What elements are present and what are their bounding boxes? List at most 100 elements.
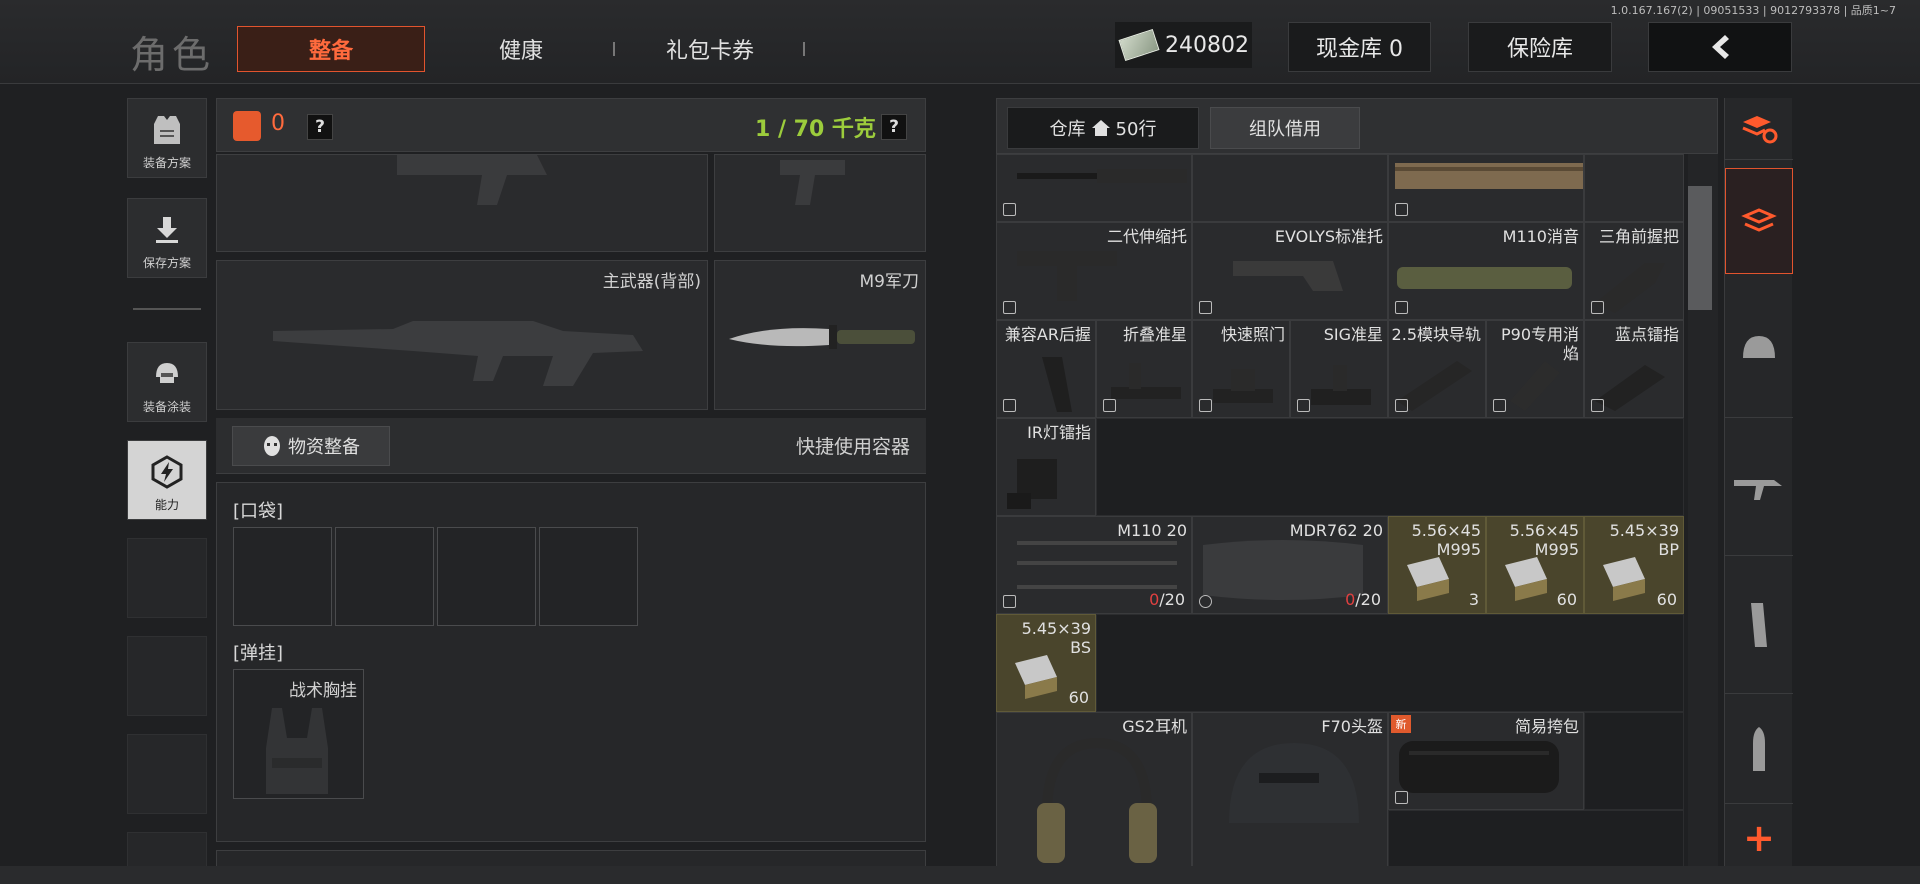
item-stock-evolys[interactable]: EVOLYS标准托	[1192, 222, 1388, 320]
item-count: 0/20	[1345, 590, 1381, 609]
item-quick-sight[interactable]: 快速照门	[1192, 320, 1290, 418]
suppressor-icon	[1397, 267, 1572, 289]
tab-health[interactable]: 健康	[466, 26, 576, 72]
chest-rig-icon	[266, 708, 328, 794]
item-barrel[interactable]	[996, 154, 1192, 222]
sidebar-divider	[133, 308, 201, 310]
item-ar-grip[interactable]: 兼容AR后握	[996, 320, 1096, 418]
item-fold-sight[interactable]: 折叠准星	[1096, 320, 1192, 418]
tab-team-borrow[interactable]: 组队借用	[1210, 107, 1360, 149]
item-name: 蓝点镭指	[1614, 325, 1679, 344]
filter-all[interactable]	[1725, 168, 1793, 274]
back-button[interactable]	[1648, 22, 1792, 72]
helmet-icon	[149, 356, 185, 392]
filter-gear[interactable]	[1725, 280, 1793, 418]
safe-button[interactable]: 保险库	[1468, 22, 1612, 72]
knife-icon	[729, 325, 915, 349]
tab-warehouse[interactable]: 仓库 50行	[1007, 107, 1199, 149]
item-pouch[interactable]: 新 简易挎包	[1388, 712, 1584, 810]
ammo-box-icon	[1505, 557, 1547, 601]
laser-icon	[1007, 459, 1057, 509]
bottom-bar	[0, 866, 1920, 884]
storage-area: [口袋] [弹挂] 战术胸挂	[216, 482, 926, 842]
tab-giftpacks[interactable]: 礼包卡券	[650, 26, 770, 72]
item-badge-icon	[1003, 595, 1016, 608]
item-name: IR灯镭指	[1027, 423, 1091, 442]
item-ammo-m995[interactable]: 5.56×45 M995 60	[1486, 516, 1584, 614]
item-ir-laser[interactable]: IR灯镭指	[996, 418, 1096, 516]
pocket-label: [口袋]	[233, 501, 284, 522]
weapon-slot-back[interactable]: 主武器(背部)	[216, 260, 708, 410]
item-badge-icon	[1395, 203, 1408, 216]
tab-loadout[interactable]: 整备	[237, 26, 425, 72]
item-badge-icon	[1199, 595, 1212, 608]
filter-bar: +	[1724, 98, 1793, 884]
item-ammo-m995[interactable]: 5.56×45 M995 3	[1388, 516, 1486, 614]
sight-icon	[1213, 369, 1273, 403]
item-rail[interactable]: 2.5模块导轨	[1388, 320, 1486, 418]
sidebar-empty-slot	[127, 734, 207, 814]
item-badge-icon	[1493, 399, 1506, 412]
item-tri-grip[interactable]: 三角前握把	[1584, 222, 1684, 320]
sidebar-item-save-plan[interactable]: 保存方案	[127, 198, 207, 278]
grid-empty-cell	[1584, 712, 1684, 810]
sidebar-item-ability[interactable]: 能力	[127, 440, 207, 520]
weapon-slot-primary[interactable]	[216, 154, 708, 252]
item-badge-icon	[1003, 301, 1016, 314]
filter-weapons[interactable]	[1725, 418, 1793, 556]
weapon-slot-pistol[interactable]	[714, 154, 926, 252]
item-headset-gs2[interactable]: GS2耳机	[996, 712, 1192, 884]
ammo-box-icon	[1603, 557, 1645, 601]
item-handguard[interactable]	[1388, 154, 1584, 222]
item-sig-sight[interactable]: SIG准星	[1290, 320, 1388, 418]
helmet-icon	[1229, 743, 1359, 823]
grid-empty-row	[1096, 418, 1684, 516]
pocket-slot[interactable]	[539, 527, 638, 626]
item-empty	[1192, 154, 1388, 222]
slot-label: M9军刀	[859, 272, 919, 292]
sidebar-item-skin[interactable]: 装备涂装	[127, 342, 207, 422]
cash-vault-button[interactable]: 现金库 0	[1288, 22, 1431, 72]
item-name: 2.5模块导轨	[1391, 325, 1481, 344]
rig-slot[interactable]: 战术胸挂	[233, 669, 364, 799]
item-ammo-bp[interactable]: 5.45×39 BP 60	[1584, 516, 1684, 614]
pocket-slot[interactable]	[437, 527, 536, 626]
loadout-panel: 0 ? 1 / 70 千克 ? 主武器(背部) M9军刀 物资整备 快捷使用容器…	[216, 98, 926, 884]
item-mag-mdr762[interactable]: MDR762 20 0/20	[1192, 516, 1388, 614]
item-blue-laser[interactable]: 蓝点镭指	[1584, 320, 1684, 418]
item-ammo-bs[interactable]: 5.45×39 BS 60	[996, 614, 1096, 712]
layers-refresh-icon	[1742, 115, 1778, 143]
item-badge-icon	[1395, 791, 1408, 804]
item-name: 兼容AR后握	[1004, 325, 1091, 344]
money-amount: 240802	[1165, 32, 1249, 58]
item-helmet-f70[interactable]: F70头盔	[1192, 712, 1388, 884]
pocket-slot[interactable]	[233, 527, 332, 626]
sight-icon	[1111, 363, 1181, 399]
ammo-box-icon	[1407, 557, 1449, 601]
weight-help-button[interactable]: ?	[881, 114, 907, 140]
supply-button[interactable]: 物资整备	[232, 426, 390, 466]
item-suppressor-m110[interactable]: M110消音	[1388, 222, 1584, 320]
filter-magazines[interactable]	[1725, 556, 1793, 694]
item-name: M110消音	[1502, 227, 1579, 246]
add-button[interactable]: +	[1725, 810, 1793, 866]
help-button[interactable]: ?	[307, 114, 333, 140]
pocket-slot[interactable]	[335, 527, 434, 626]
filter-ammo[interactable]	[1725, 694, 1793, 804]
item-badge-icon	[1395, 399, 1408, 412]
item-name: SIG准星	[1323, 325, 1383, 344]
filter-sort[interactable]	[1725, 98, 1793, 160]
item-badge-icon	[1003, 399, 1016, 412]
item-stock[interactable]: 二代伸缩托	[996, 222, 1192, 320]
melee-slot[interactable]: M9军刀	[714, 260, 926, 410]
page-title: 角色	[130, 33, 215, 77]
pistol-silhouette-icon	[780, 160, 845, 205]
grip-icon	[1595, 263, 1665, 313]
supply-button-label: 物资整备	[288, 437, 360, 458]
item-p90-muzzle[interactable]: P90专用消焰	[1486, 320, 1584, 418]
layers-icon	[1741, 208, 1777, 232]
scrollbar-thumb[interactable]	[1688, 186, 1712, 310]
item-mag-m110[interactable]: M110 20 0/20	[996, 516, 1192, 614]
sidebar-item-loadout-plan[interactable]: 装备方案	[127, 98, 207, 178]
sidebar-empty-slot	[127, 636, 207, 716]
